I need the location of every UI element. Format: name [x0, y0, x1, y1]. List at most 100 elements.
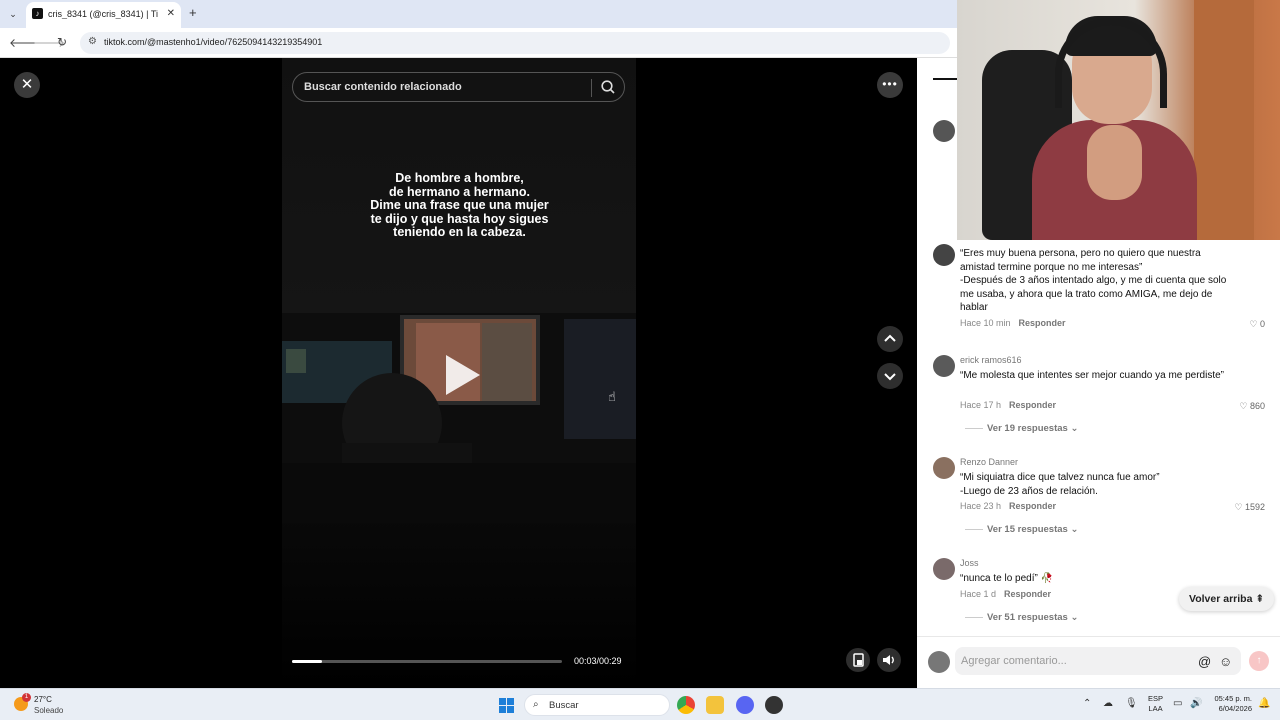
reply-button[interactable]: Responder — [1019, 318, 1066, 328]
reload-icon[interactable]: ↻ — [57, 35, 67, 49]
microphone-icon[interactable]: 🎙 — [1125, 698, 1138, 709]
tab-close-icon[interactable]: ✕ — [167, 8, 175, 20]
weather-temperature[interactable]: 27°C — [34, 695, 52, 704]
next-video-button[interactable] — [877, 363, 903, 389]
input-language[interactable]: ESP LAA — [1148, 694, 1163, 714]
chevron-down-icon — [884, 373, 896, 381]
overlay-text: De hombre a hombre, de hermano a hermano… — [370, 171, 549, 239]
omnibox[interactable]: ⚙ tiktok.com/@mastenho1/video/7625094143… — [80, 32, 950, 54]
video-caption-overlay: De hombre a hombre, de hermano a hermano… — [322, 171, 597, 240]
reply-button[interactable]: Responder — [1004, 589, 1051, 599]
view-replies-button[interactable]: Ver 51 respuestas ⌄ — [965, 612, 1078, 623]
post-comment-button[interactable]: ↑ — [1249, 651, 1269, 671]
avatar — [928, 651, 950, 673]
comment-username[interactable]: Renzo Danner — [960, 457, 1018, 467]
mouse-cursor-icon: ☝ — [608, 389, 616, 404]
like-count: 1592 — [1244, 502, 1265, 512]
back-to-top-button[interactable]: Volver arriba ⇞ — [1179, 587, 1275, 611]
mention-icon[interactable]: @ — [1198, 654, 1211, 669]
weather-condition[interactable]: Soleado — [34, 706, 63, 715]
comment-time: Hace 17 h — [960, 400, 1002, 410]
avatar[interactable] — [933, 120, 955, 142]
weather-badge: 1 — [22, 693, 31, 702]
app-icon[interactable] — [765, 696, 783, 714]
webcam-person-hand — [1087, 125, 1142, 200]
avatar[interactable] — [933, 244, 955, 266]
comment-text: “nunca te lo pedí” 🥀 — [960, 573, 1054, 584]
play-icon[interactable] — [446, 355, 480, 395]
taskbar-search-label: Buscar — [549, 700, 579, 711]
reply-button[interactable]: Responder — [1009, 400, 1056, 410]
file-explorer-icon[interactable] — [706, 696, 724, 714]
comment-input-placeholder: Agregar comentario... — [961, 655, 1067, 667]
browser-tab[interactable]: ♪ cris_8341 (@cris_8341) | TikTok ✕ — [26, 2, 181, 28]
comment-time: Hace 1 d — [960, 589, 997, 599]
video-scene — [282, 313, 636, 523]
related-search-bar[interactable]: Buscar contenido relacionado — [292, 72, 625, 102]
more-options-button[interactable]: ••• — [877, 72, 903, 98]
windows-start-icon[interactable] — [499, 698, 514, 713]
webcam-overlay — [957, 0, 1280, 240]
tray-chevron-up-icon[interactable]: ⌃ — [1083, 698, 1091, 709]
new-tab-button[interactable]: + — [189, 5, 197, 20]
keyboard-layout: LAA — [1148, 704, 1163, 713]
avatar[interactable] — [933, 558, 955, 580]
like-count: 0 — [1259, 319, 1265, 329]
tab-title: cris_8341 (@cris_8341) | TikTok — [48, 9, 158, 19]
comment-likes[interactable]: ♡ 860 — [1239, 401, 1265, 412]
speaker-icon[interactable]: 🔊 — [1190, 698, 1202, 709]
comment-composer: Agregar comentario... @ ☺ ↑ — [917, 636, 1280, 688]
clock-date: 6/04/2026 — [1218, 704, 1252, 713]
view-replies-label: Ver 51 respuestas — [987, 612, 1068, 623]
comment-input[interactable]: Agregar comentario... @ ☺ — [955, 647, 1241, 675]
notification-bell-icon[interactable]: 🔔 — [1258, 698, 1270, 709]
url-text: tiktok.com/@mastenho1/video/762509414321… — [104, 37, 323, 47]
comment-text: “Mi siquiatra dice que talvez nunca fue … — [960, 472, 1160, 497]
comment-username[interactable]: Joss — [960, 558, 979, 568]
video-player[interactable]: Buscar contenido relacionado De hombre a… — [282, 58, 636, 688]
taskbar: 1 27°C Soleado ⌕ Buscar ⌃ ☁ 🎙 ESP LAA ▭ … — [0, 688, 1280, 720]
tab-list-chevron-icon[interactable]: ⌄ — [5, 6, 21, 22]
comment-item: erick ramos616 “Me molesta que intentes … — [933, 355, 1273, 440]
clock-time: 05:45 p. m. — [1214, 694, 1252, 703]
chrome-icon[interactable] — [677, 696, 695, 714]
video-viewer: ✕ ••• Buscar contenido relacionado De ho… — [0, 58, 917, 688]
emoji-icon[interactable]: ☺ — [1219, 654, 1232, 669]
search-icon[interactable] — [600, 79, 616, 95]
reply-button[interactable]: Responder — [1009, 501, 1056, 511]
close-viewer-button[interactable]: ✕ — [14, 72, 40, 98]
comment-meta: Hace 23 h Responder — [960, 501, 1056, 511]
comment-likes[interactable]: ♡ 1592 — [1234, 502, 1265, 513]
volume-button[interactable] — [877, 648, 901, 672]
network-icon[interactable]: ▭ — [1173, 698, 1182, 709]
discord-icon[interactable] — [736, 696, 754, 714]
chevron-up-icon — [884, 334, 896, 342]
comment-meta: Hace 17 h Responder — [960, 400, 1056, 410]
site-info-icon[interactable]: ⚙ — [88, 36, 97, 47]
video-progress-bar[interactable] — [292, 660, 562, 663]
video-time: 00:03/00:29 — [574, 656, 622, 666]
like-count: 860 — [1249, 401, 1265, 411]
search-divider — [591, 79, 592, 97]
avatar[interactable] — [933, 355, 955, 377]
view-replies-label: Ver 15 respuestas — [987, 524, 1068, 535]
comment-meta: Hace 10 min Responder — [960, 318, 1066, 328]
comment-likes[interactable]: ♡ 0 — [1249, 319, 1265, 330]
comment-item: “Eres muy buena persona, pero no quiero … — [933, 244, 1273, 344]
tray-cloud-icon[interactable]: ☁ — [1103, 698, 1113, 709]
view-replies-label: Ver 19 respuestas — [987, 423, 1068, 434]
comment-time: Hace 10 min — [960, 318, 1011, 328]
floating-player-button[interactable] — [846, 648, 870, 672]
avatar[interactable] — [933, 457, 955, 479]
taskbar-search[interactable]: ⌕ Buscar — [524, 694, 670, 716]
video-progress-fill — [292, 660, 322, 663]
view-replies-button[interactable]: Ver 15 respuestas ⌄ — [965, 524, 1078, 535]
comment-username[interactable]: erick ramos616 — [960, 355, 1022, 365]
taskbar-clock[interactable]: 05:45 p. m. 6/04/2026 — [1210, 694, 1252, 714]
search-icon: ⌕ — [533, 699, 539, 710]
floating-player-icon — [853, 653, 864, 667]
view-replies-button[interactable]: Ver 19 respuestas ⌄ — [965, 423, 1078, 434]
volume-icon — [883, 655, 894, 665]
browser-tab-bar: ⌄ ♪ cris_8341 (@cris_8341) | TikTok ✕ + — [0, 0, 957, 28]
previous-video-button[interactable] — [877, 326, 903, 352]
